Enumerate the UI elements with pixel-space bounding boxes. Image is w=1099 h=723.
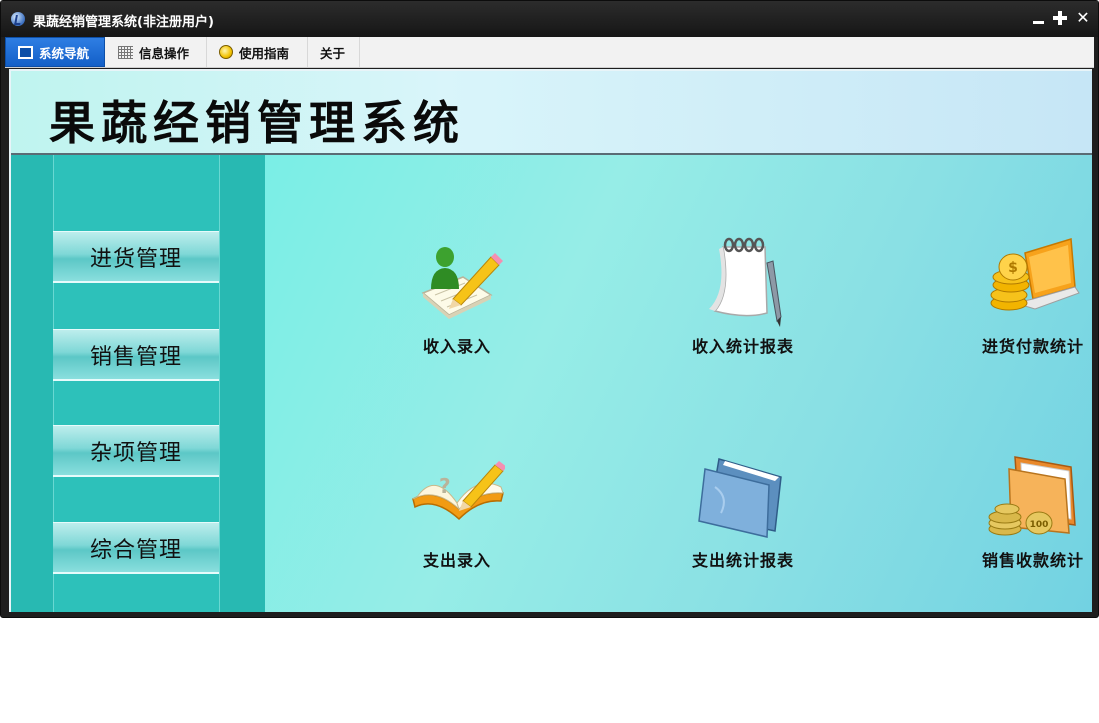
tab-label: 使用指南 <box>239 45 290 61</box>
svg-text:$: $ <box>1008 260 1018 276</box>
sidebar-item-purchase-management[interactable]: 进货管理 <box>53 231 219 283</box>
grid-icon <box>118 45 133 59</box>
monitor-icon <box>18 45 33 59</box>
spiral-notepad-pen-icon <box>709 237 782 327</box>
person-pencil-notepad-icon <box>421 247 503 319</box>
tab-label: 关于 <box>320 45 346 61</box>
tile-sales-collection-stats[interactable]: 100 销售收款统计 <box>963 447 1092 587</box>
sidebar-item-misc-management[interactable]: 杂项管理 <box>53 425 219 477</box>
banner-title: 果蔬经销管理系统 <box>49 96 465 150</box>
tab-label: 信息操作 <box>139 45 190 61</box>
app-logo-icon <box>11 12 25 26</box>
title-bar[interactable]: 果蔬经销管理系统(非注册用户) ✕ <box>1 1 1098 37</box>
sidebar-item-general-management[interactable]: 综合管理 <box>53 522 219 574</box>
tab-system-navigation[interactable]: 系统导航 <box>5 37 105 67</box>
open-book-pencil-icon: ? <box>412 461 505 521</box>
tile-income-entry[interactable]: 收入录入 <box>387 233 527 373</box>
sidebar-item-sales-management[interactable]: 销售管理 <box>53 329 219 381</box>
function-panel: 收入录入 收入统计报表 $ 进货付款统计 ? 支出录入 支出统计报表 100 销… <box>265 155 1092 612</box>
blue-folder-icon <box>698 458 782 538</box>
svg-text:?: ? <box>439 474 451 498</box>
tile-purchase-payment-stats[interactable]: $ 进货付款统计 <box>963 233 1092 373</box>
close-button[interactable]: ✕ <box>1075 10 1091 26</box>
coins-laptop-icon: $ <box>990 238 1080 311</box>
tile-label: 收入统计报表 <box>691 337 794 356</box>
folder-coins-icon: 100 <box>988 456 1076 536</box>
tile-expense-entry[interactable]: ? 支出录入 <box>387 447 527 587</box>
app-window: 果蔬经销管理系统(非注册用户) ✕ 系统导航 信息操作 使用指南 关于 果蔬经销… <box>0 0 1099 618</box>
tab-info-operations[interactable]: 信息操作 <box>106 37 207 67</box>
tile-label: 收入录入 <box>422 337 491 356</box>
restore-button[interactable] <box>1052 10 1068 26</box>
tab-label: 系统导航 <box>39 45 90 61</box>
tile-label: 进货付款统计 <box>981 337 1084 356</box>
lightbulb-icon <box>219 45 233 59</box>
tile-label: 销售收款统计 <box>981 551 1084 570</box>
tile-label: 支出录入 <box>422 551 491 570</box>
minimize-button[interactable] <box>1031 10 1047 26</box>
tile-label: 支出统计报表 <box>691 551 794 570</box>
tab-about[interactable]: 关于 <box>308 37 360 67</box>
window-title: 果蔬经销管理系统(非注册用户) <box>33 15 214 30</box>
menu-bar: 系统导航 信息操作 使用指南 关于 <box>5 37 1094 68</box>
tile-income-report[interactable]: 收入统计报表 <box>673 233 813 373</box>
sidebar: 进货管理 销售管理 杂项管理 综合管理 <box>11 155 265 612</box>
svg-text:100: 100 <box>1030 520 1049 530</box>
banner: 果蔬经销管理系统 <box>11 71 1092 155</box>
tab-user-guide[interactable]: 使用指南 <box>207 37 308 67</box>
tile-expense-report[interactable]: 支出统计报表 <box>673 447 813 587</box>
main-content: 果蔬经销管理系统 进货管理 销售管理 杂项管理 综合管理 收入录入 收入统计报表… <box>9 69 1092 612</box>
